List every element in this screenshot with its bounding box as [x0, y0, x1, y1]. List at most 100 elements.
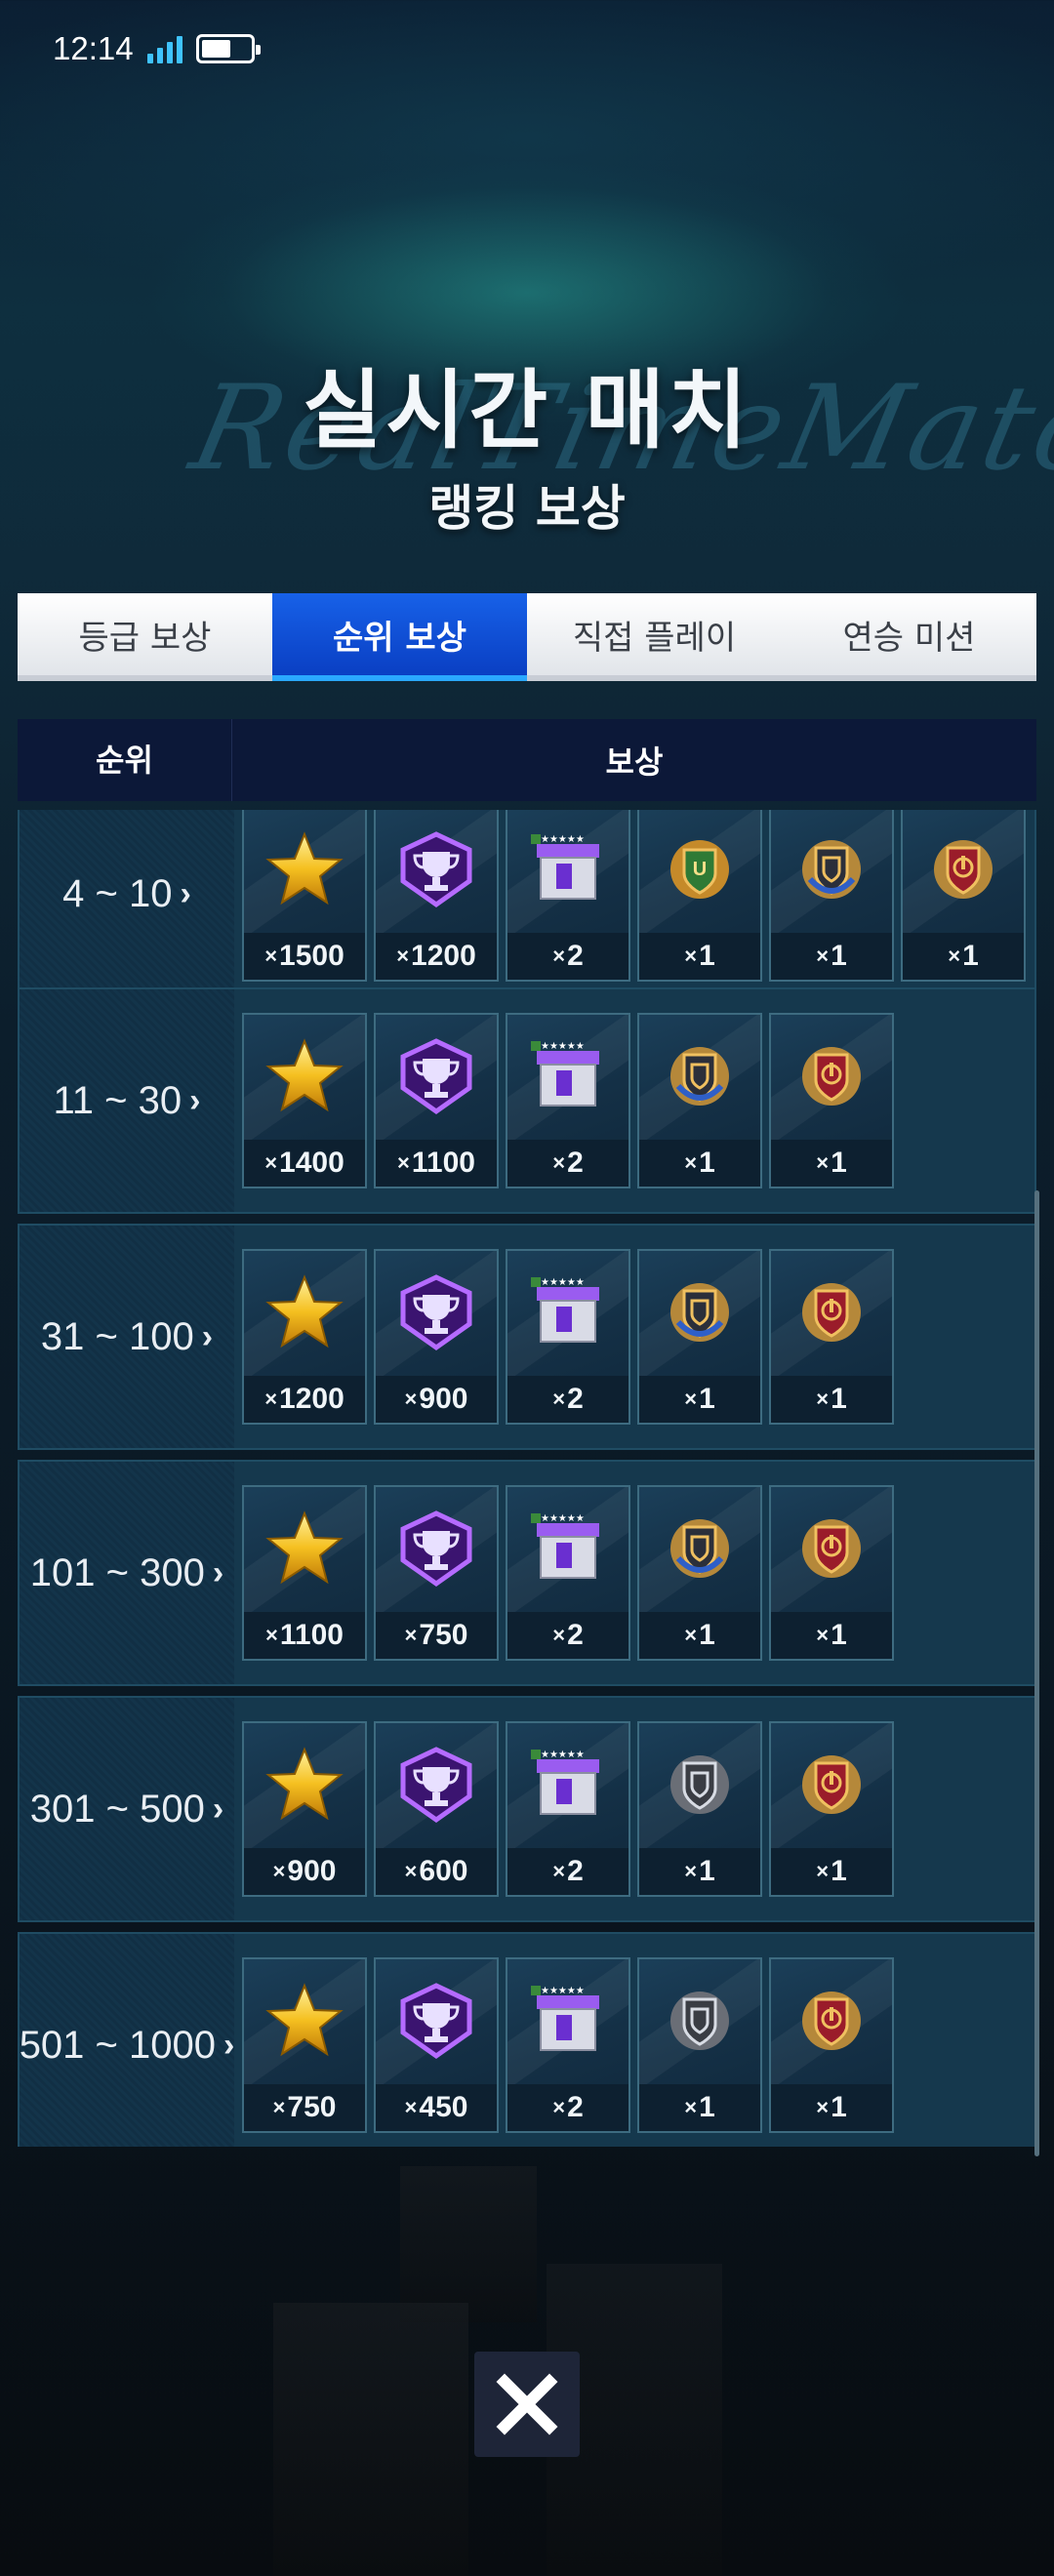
reward-card[interactable]: × 750 [242, 1957, 367, 2133]
reward-quantity: × 2 [507, 933, 628, 980]
red-emblem-icon [771, 1023, 892, 1130]
header-reward: 보상 [605, 744, 664, 781]
reward-quantity: × 2 [507, 1140, 628, 1187]
reward-row: 31 ~ 100 › × 1200 × 900 ★★★★★ × 2 × 1 × 1 [18, 1224, 1036, 1450]
reward-card[interactable]: ★★★★★ × 2 [506, 810, 630, 982]
reward-card[interactable]: × 600 [374, 1721, 499, 1897]
silver-emblem-icon [639, 1731, 760, 1838]
signal-icon [146, 34, 182, 63]
reward-card[interactable]: × 1 [769, 1485, 894, 1661]
reward-card[interactable]: × 750 [374, 1485, 499, 1661]
reward-card[interactable]: × 1200 [242, 1249, 367, 1425]
tab-rank-reward[interactable]: 순위 보상 [272, 593, 527, 681]
reward-card[interactable]: × 900 [374, 1249, 499, 1425]
svg-text:★★★★★: ★★★★★ [541, 1277, 585, 1288]
reward-card[interactable]: × 900 [242, 1721, 367, 1897]
header-rank: 순위 [18, 719, 232, 801]
reward-card[interactable]: × 1 [637, 1957, 762, 2133]
reward-card[interactable]: × 1 [769, 1721, 894, 1897]
reward-card[interactable]: × 1 [637, 1721, 762, 1897]
reward-row: 301 ~ 500 › × 900 × 600 ★★★★★ × 2 × 1 × 1 [18, 1696, 1036, 1922]
reward-quantity: × 600 [376, 1848, 497, 1895]
reward-card[interactable]: × 1100 [374, 1013, 499, 1188]
page-title: 실시간 매치 랭킹 보상 [0, 342, 1054, 540]
close-button[interactable] [474, 2352, 580, 2457]
reward-card[interactable]: × 1200 [374, 810, 499, 982]
red-emblem-icon [771, 1967, 892, 2074]
reward-row: 11 ~ 30 › × 1400 × 1100 ★★★★★ × 2 × 1 × 1 [18, 987, 1036, 1214]
reward-quantity-value: 750 [419, 1619, 468, 1651]
reward-card[interactable]: × 1 [637, 1249, 762, 1425]
reward-quantity-value: 1 [831, 1147, 847, 1179]
reward-card[interactable]: × 1 [901, 810, 1026, 982]
reward-row: 501 ~ 1000 › × 750 × 450 ★★★★★ × 2 × 1 × 1 [18, 1932, 1036, 2147]
player-pack-box-icon: ★★★★★ [507, 1023, 628, 1130]
reward-card[interactable]: ★★★★★ × 2 [506, 1721, 630, 1897]
reward-card[interactable]: ★★★★★ × 2 [506, 1013, 630, 1188]
reward-quantity: × 450 [376, 2084, 497, 2131]
svg-text:U: U [693, 859, 707, 880]
reward-card[interactable]: × 1500 [242, 810, 367, 982]
reward-card[interactable]: ★★★★★ × 2 [506, 1957, 630, 2133]
rank-range: 11 ~ 30 [53, 1078, 182, 1122]
reward-items: × 1400 × 1100 ★★★★★ × 2 × 1 × 1 [234, 989, 1034, 1212]
reward-quantity: × 1 [639, 1376, 760, 1423]
reward-card[interactable]: × 1 [637, 1013, 762, 1188]
scrollbar[interactable] [1034, 1190, 1039, 2156]
reward-items: × 1200 × 900 ★★★★★ × 2 × 1 × 1 [234, 1226, 1034, 1448]
red-emblem-icon [771, 1259, 892, 1366]
blue-emblem-icon [639, 1495, 760, 1602]
reward-card[interactable]: ★★★★★ × 2 [506, 1485, 630, 1661]
reward-quantity: × 750 [376, 1612, 497, 1659]
rank-range: 31 ~ 100 [40, 1314, 194, 1358]
reward-quantity-value: 750 [287, 2091, 337, 2123]
reward-quantity-value: 1 [831, 1383, 847, 1415]
reward-card[interactable]: × 1 [637, 1485, 762, 1661]
reward-card[interactable]: × 450 [374, 1957, 499, 2133]
reward-quantity: × 1100 [376, 1140, 497, 1187]
reward-quantity: × 2 [507, 2084, 628, 2131]
reward-items: × 1100 × 750 ★★★★★ × 2 × 1 × 1 [234, 1462, 1034, 1684]
tab-grade-reward[interactable]: 등급 보상 [18, 593, 272, 681]
reward-items: × 750 × 450 ★★★★★ × 2 × 1 × 1 [234, 1934, 1034, 2147]
rank-cell[interactable]: 301 ~ 500 › [20, 1698, 234, 1920]
reward-quantity-value: 1 [831, 1619, 847, 1651]
rank-range: 101 ~ 300 [29, 1550, 205, 1594]
reward-quantity: × 1 [639, 1848, 760, 1895]
svg-text:★★★★★: ★★★★★ [541, 1986, 585, 1996]
rank-cell[interactable]: 101 ~ 300 › [20, 1462, 234, 1684]
reward-card[interactable]: × 1400 [242, 1013, 367, 1188]
reward-card[interactable]: U × 1 [637, 810, 762, 982]
reward-items: × 900 × 600 ★★★★★ × 2 × 1 × 1 [234, 1698, 1034, 1920]
reward-quantity-value: 1200 [279, 1383, 345, 1415]
reward-card[interactable]: × 1 [769, 1957, 894, 2133]
reward-card[interactable]: × 1 [769, 1013, 894, 1188]
reward-quantity: × 1 [903, 933, 1024, 980]
reward-quantity-value: 1100 [411, 1147, 475, 1179]
tab-win-streak-mission[interactable]: 연승 미션 [782, 593, 1036, 681]
reward-quantity-value: 2 [567, 1855, 584, 1887]
reward-card[interactable]: × 1 [769, 1249, 894, 1425]
rank-range: 4 ~ 10 [62, 871, 173, 915]
svg-text:★★★★★: ★★★★★ [541, 1513, 585, 1524]
table-header: 순위 보상 [18, 719, 1036, 801]
reward-card[interactable]: × 1100 [242, 1485, 367, 1661]
rank-cell[interactable]: 501 ~ 1000 › [20, 1934, 234, 2147]
tab-bar: 등급 보상 순위 보상 직접 플레이 연승 미션 [18, 593, 1036, 681]
tab-direct-play[interactable]: 직접 플레이 [527, 593, 782, 681]
reward-list[interactable]: 4 ~ 10 › × 1500 × 1200 ★★★★★ × 2 U × 1 × 1 × 1 11 ~ 30 › ×… [18, 810, 1036, 2147]
reward-card[interactable]: ★★★★★ × 2 [506, 1249, 630, 1425]
reward-quantity-value: 1 [962, 940, 979, 972]
rank-cell[interactable]: 4 ~ 10 › [20, 810, 234, 1005]
player-pack-box-icon: ★★★★★ [507, 816, 628, 923]
reward-quantity-value: 1200 [411, 940, 476, 972]
reward-quantity-value: 2 [567, 940, 584, 972]
reward-quantity-value: 2 [567, 1147, 584, 1179]
reward-quantity-value: 1 [699, 1619, 715, 1651]
status-time: 12:14 [53, 30, 134, 66]
rank-cell[interactable]: 31 ~ 100 › [20, 1226, 234, 1448]
reward-quantity-value: 1 [699, 940, 715, 972]
reward-row: 101 ~ 300 › × 1100 × 750 ★★★★★ × 2 × 1 × 1 [18, 1460, 1036, 1686]
reward-card[interactable]: × 1 [769, 810, 894, 982]
rank-cell[interactable]: 11 ~ 30 › [20, 989, 234, 1212]
